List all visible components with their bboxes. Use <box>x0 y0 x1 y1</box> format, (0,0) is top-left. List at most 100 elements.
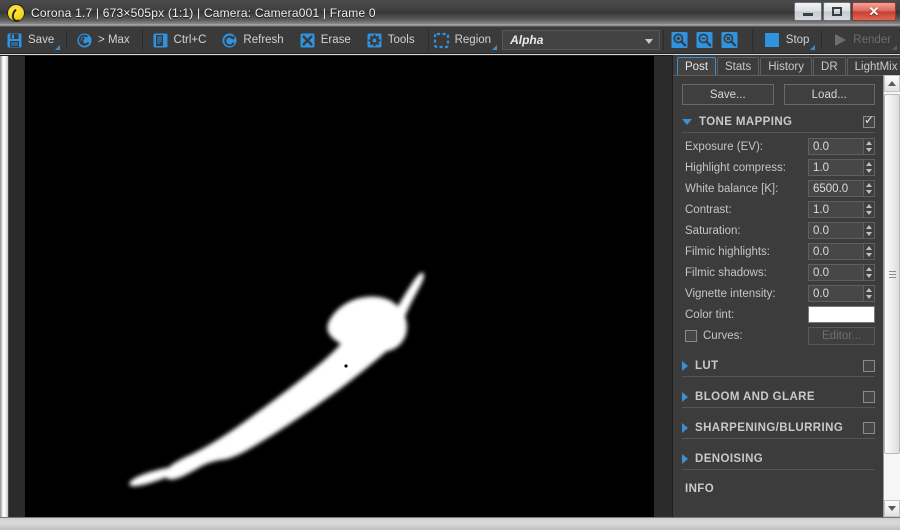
toolbar-divider <box>821 30 823 50</box>
scroll-up-arrow-icon[interactable] <box>884 75 900 92</box>
section-bloom-glare-header[interactable]: BLOOM AND GLARE <box>682 389 875 408</box>
gear-icon <box>366 32 383 49</box>
tools-button-label: Tools <box>387 34 415 46</box>
preset-load-button[interactable]: Load... <box>783 84 875 105</box>
bloom-glare-enable-checkbox[interactable] <box>863 391 875 403</box>
section-denoising-title: DENOISING <box>695 453 764 465</box>
scrollbar-thumb[interactable] <box>884 94 900 454</box>
tab-lightmix-label: LightMix <box>854 60 898 73</box>
chevron-right-icon <box>682 423 688 433</box>
highlight-compress-input[interactable]: 1.0 <box>808 159 864 176</box>
zoom-out-icon <box>696 31 713 49</box>
field-row-filmic-highlights: Filmic highlights: 0.0 <box>682 242 875 261</box>
tab-stats-label: Stats <box>725 60 752 73</box>
zoom-in-button[interactable] <box>667 28 691 52</box>
sharpening-blurring-enable-checkbox[interactable] <box>863 422 875 434</box>
color-tint-label: Color tint: <box>685 308 735 321</box>
curves-enable-checkbox[interactable] <box>685 330 697 342</box>
filmic-shadows-stepper[interactable] <box>864 264 875 281</box>
exposure-stepper[interactable] <box>864 138 875 155</box>
white-balance-stepper[interactable] <box>864 180 875 197</box>
toolbar-divider <box>663 30 664 50</box>
save-dropdown-corner[interactable] <box>55 45 61 50</box>
lut-enable-checkbox[interactable] <box>863 360 875 372</box>
saturation-input[interactable]: 0.0 <box>808 222 864 239</box>
section-denoising-header[interactable]: DENOISING <box>682 451 875 470</box>
render-button[interactable]: Render <box>826 28 900 52</box>
save-button[interactable]: Save <box>1 28 63 52</box>
field-row-vignette-intensity: Vignette intensity: 0.0 <box>682 284 875 303</box>
color-tint-swatch[interactable] <box>808 306 875 323</box>
refresh-button[interactable]: Refresh <box>216 28 292 52</box>
erase-x-icon <box>299 32 316 49</box>
section-lut-title: LUT <box>695 360 719 372</box>
panel-vertical-scrollbar[interactable] <box>883 75 900 517</box>
filmic-highlights-stepper[interactable] <box>864 243 875 260</box>
post-processing-panel: Post Stats History DR LightMix Save... L… <box>672 55 900 517</box>
vignette-intensity-input[interactable]: 0.0 <box>808 285 864 302</box>
copy-button[interactable]: Ctrl+C <box>146 28 215 52</box>
tab-history[interactable]: History <box>760 57 813 75</box>
zoom-reset-button[interactable] <box>717 28 741 52</box>
toolbar-divider <box>751 30 753 50</box>
zoom-out-button[interactable] <box>692 28 716 52</box>
white-balance-input[interactable]: 6500.0 <box>808 180 864 197</box>
tools-button[interactable]: Tools <box>360 28 423 52</box>
viewport-area <box>0 55 672 518</box>
render-dropdown-corner[interactable] <box>892 45 898 50</box>
stop-button[interactable]: Stop <box>756 28 818 52</box>
window-controls: ✕ <box>794 2 896 21</box>
tab-post[interactable]: Post <box>677 57 717 75</box>
section-tone-mapping-header[interactable]: TONE MAPPING <box>682 114 875 133</box>
copy-button-label: Ctrl+C <box>173 34 207 46</box>
render-element-select[interactable]: Alpha <box>502 30 661 50</box>
zoom-in-icon <box>671 31 688 49</box>
curves-editor-label: Editor... <box>822 330 861 342</box>
preset-load-label: Load... <box>811 88 847 101</box>
saturation-stepper[interactable] <box>864 222 875 239</box>
send-to-max-button[interactable]: > Max <box>71 28 138 52</box>
preset-buttons-row: Save... Load... <box>682 84 875 105</box>
preset-save-label: Save... <box>709 88 746 101</box>
viewport-vertical-scrollbar[interactable] <box>0 56 9 517</box>
contrast-stepper[interactable] <box>864 201 875 218</box>
curves-editor-button[interactable]: Editor... <box>808 327 875 345</box>
region-button[interactable]: Region <box>427 28 500 52</box>
erase-button[interactable]: Erase <box>293 28 359 52</box>
field-row-curves: Curves: Editor... <box>682 326 875 346</box>
highlight-compress-stepper[interactable] <box>864 159 875 176</box>
region-dropdown-corner[interactable] <box>492 45 498 50</box>
panel-content: Save... Load... TONE MAPPING Exposure (E… <box>673 75 884 517</box>
curves-label: Curves: <box>703 330 743 342</box>
stop-dropdown-corner[interactable] <box>810 45 816 50</box>
section-sharpening-blurring-title: SHARPENING/BLURRING <box>695 422 844 434</box>
vignette-intensity-stepper[interactable] <box>864 285 875 302</box>
corona-swirl-icon <box>76 32 93 49</box>
filmic-highlights-input[interactable]: 0.0 <box>808 243 864 260</box>
minimize-button[interactable] <box>794 2 822 21</box>
tone-mapping-enable-checkbox[interactable] <box>863 114 875 128</box>
scroll-down-arrow-icon[interactable] <box>884 500 900 517</box>
tab-stats[interactable]: Stats <box>717 57 760 75</box>
field-row-saturation: Saturation: 0.0 <box>682 221 875 240</box>
tab-lightmix[interactable]: LightMix <box>846 57 900 75</box>
chevron-down-icon <box>645 39 654 44</box>
contrast-input[interactable]: 1.0 <box>808 201 864 218</box>
section-lut-header[interactable]: LUT <box>682 358 875 377</box>
maximize-button[interactable] <box>823 2 851 21</box>
save-disk-icon <box>6 32 23 49</box>
exposure-input[interactable]: 0.0 <box>808 138 864 155</box>
close-button[interactable]: ✕ <box>852 2 896 21</box>
render-viewport[interactable] <box>25 56 654 518</box>
scrollbar-track[interactable] <box>884 92 900 500</box>
section-tone-mapping-title: TONE MAPPING <box>699 116 793 128</box>
stop-square-icon <box>764 32 781 49</box>
region-button-label: Region <box>454 34 492 46</box>
preset-save-button[interactable]: Save... <box>682 84 774 105</box>
section-sharpening-blurring-header[interactable]: SHARPENING/BLURRING <box>682 420 875 439</box>
white-balance-label: White balance [K]: <box>685 182 779 195</box>
window-title: Corona 1.7 | 673×505px (1:1) | Camera: C… <box>31 5 376 20</box>
tab-dr[interactable]: DR <box>813 57 846 75</box>
filmic-shadows-input[interactable]: 0.0 <box>808 264 864 281</box>
send-to-max-label: > Max <box>98 34 130 46</box>
